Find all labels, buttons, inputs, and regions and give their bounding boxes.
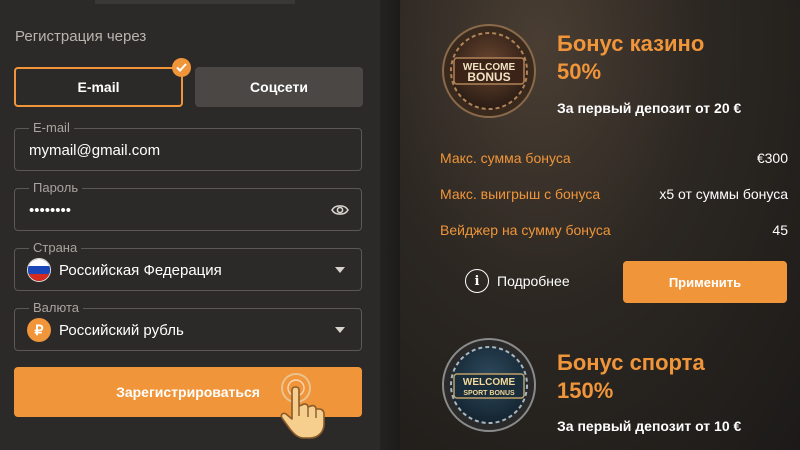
email-field-label: E-mail [29,120,74,136]
sport-bonus-title: Бонус спорта 150% [557,349,705,405]
country-chevron-down-icon[interactable] [335,267,345,273]
wager-value: 45 [772,222,788,238]
max-win-label: Макс. выигрыш с бонуса [440,186,601,202]
show-password-eye-icon[interactable] [331,203,349,222]
info-icon[interactable]: i [465,269,489,293]
max-win-value: x5 от суммы бонуса [659,186,788,202]
country-select[interactable]: Страна Российская Федерация [14,240,362,291]
password-input[interactable]: •••••••• [29,202,71,219]
casino-bonus-percent: 50% [557,59,602,84]
casino-bonus-title: Бонус казино 50% [557,30,704,86]
registration-title: Регистрация через [15,28,147,45]
country-field-label: Страна [29,240,82,256]
ruble-coin-icon: ₽ [27,318,51,342]
currency-field-label: Валюта [29,300,83,316]
apply-button-label: Применить [668,274,742,290]
country-value: Российская Федерация [59,262,222,279]
currency-chevron-down-icon[interactable] [335,327,345,333]
tab-email[interactable]: E-mail [14,67,183,107]
currency-select[interactable]: Валюта ₽ Российский рубль [14,300,362,351]
badge-bonus-text: BONUS [467,70,510,84]
sport-bonus-name: Бонус спорта [557,350,705,375]
russia-flag-icon [27,258,51,282]
register-button-label: Зарегистрироваться [116,384,260,400]
pointing-hand-icon [280,373,325,439]
casino-bonus-deposit: За первый депозит от 20 € [557,100,742,116]
badge-sport-bonus-text: SPORT BONUS [463,390,515,397]
password-field[interactable]: Пароль •••••••• [14,180,362,231]
welcome-sport-bonus-badge: WELCOME SPORT BONUS [442,338,536,432]
welcome-bonus-badge: WELCOME BONUS [442,24,536,118]
max-bonus-label: Макс. сумма бонуса [440,150,571,166]
password-field-label: Пароль [29,180,83,196]
tab-social[interactable]: Соцсети [195,67,363,107]
tab-social-label: Соцсети [250,79,308,95]
panel-top-divider [95,0,295,4]
sport-bonus-percent: 150% [557,378,614,403]
wager-label: Вейджер на сумму бонуса [440,222,611,238]
email-input[interactable]: mymail@gmail.com [29,142,160,159]
selected-check-icon [172,58,191,77]
badge-sport-welcome-text: WELCOME [463,377,516,388]
max-bonus-value: €300 [756,150,788,166]
details-link[interactable]: Подробнее [497,273,570,289]
apply-button[interactable]: Применить [623,261,787,303]
sport-bonus-deposit: За первый депозит от 10 € [557,418,742,434]
email-field[interactable]: E-mail mymail@gmail.com [14,120,362,171]
casino-bonus-name: Бонус казино [557,31,705,56]
panel-separator [380,0,400,450]
currency-value: Российский рубль [59,322,184,339]
tab-email-label: E-mail [77,79,120,95]
